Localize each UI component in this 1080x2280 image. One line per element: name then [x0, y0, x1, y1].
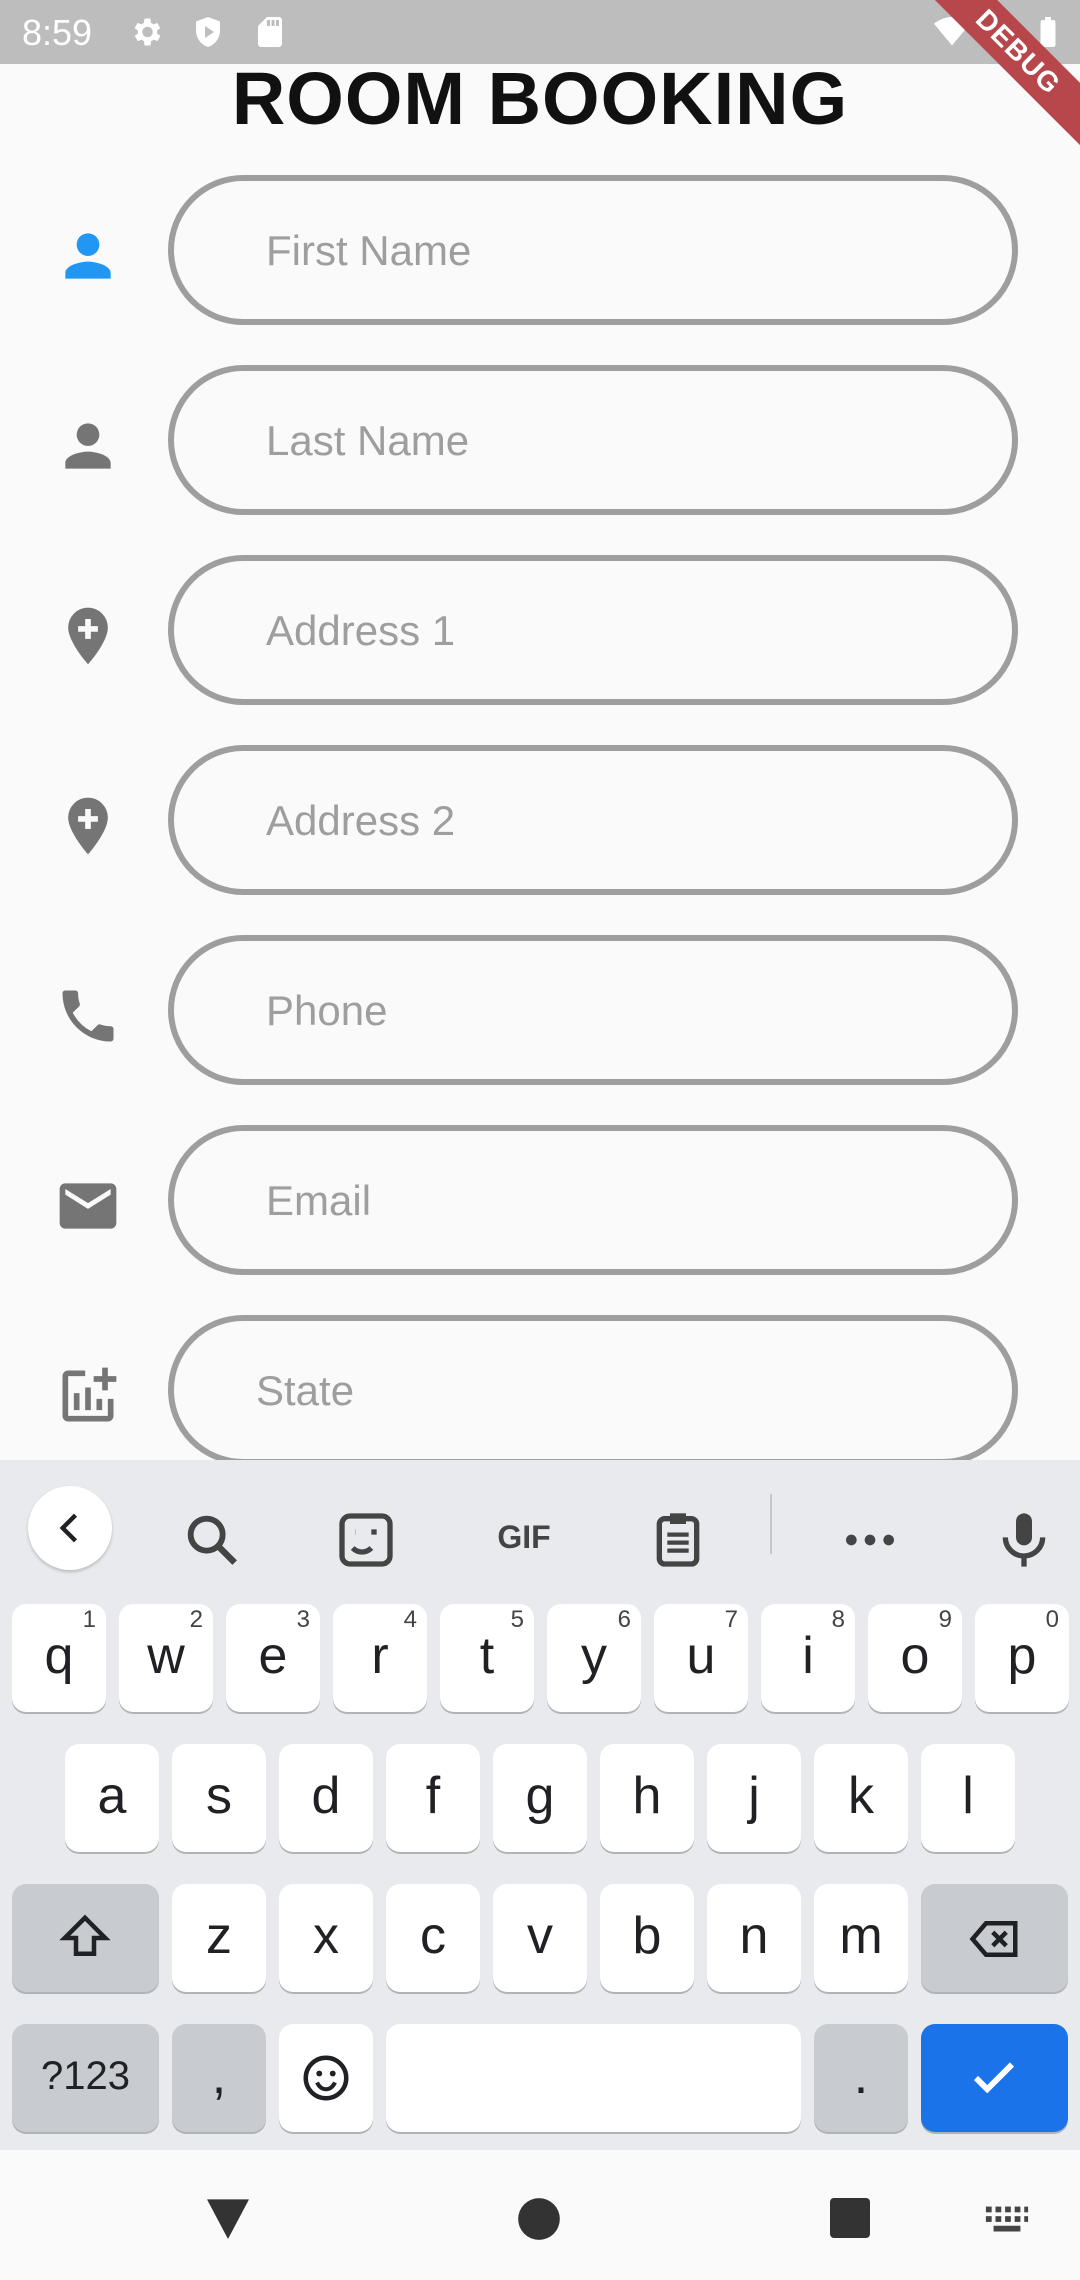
- comma-key[interactable]: ,: [172, 2024, 266, 2132]
- address-2-field[interactable]: [168, 745, 1018, 895]
- key-l[interactable]: l: [921, 1744, 1015, 1852]
- shield-icon: [196, 17, 220, 47]
- key-h[interactable]: h: [600, 1744, 694, 1852]
- key-x[interactable]: x: [279, 1884, 373, 1992]
- key-z[interactable]: z: [172, 1884, 266, 1992]
- key-r[interactable]: r4: [333, 1604, 427, 1712]
- address-1-input[interactable]: [264, 561, 968, 701]
- back-icon: [59, 1513, 78, 1543]
- toolbar-divider: [770, 1494, 772, 1554]
- key-d[interactable]: d: [279, 1744, 373, 1852]
- recents-square-icon[interactable]: [826, 2194, 874, 2242]
- more-icon[interactable]: [838, 1508, 902, 1572]
- key-q[interactable]: q1: [12, 1604, 106, 1712]
- gear-icon: [134, 18, 161, 46]
- status-bar: 8:59: [0, 0, 1080, 64]
- key-o[interactable]: o9: [868, 1604, 962, 1712]
- shift-icon: [59, 1914, 111, 1956]
- checkmark-icon: [973, 2062, 1015, 2094]
- key-n[interactable]: n: [707, 1884, 801, 1992]
- page-title: ROOM BOOKING: [231, 57, 849, 140]
- phone-field[interactable]: [168, 935, 1018, 1085]
- key-b[interactable]: b: [600, 1884, 694, 1992]
- clipboard-icon[interactable]: [646, 1508, 710, 1572]
- gif-button[interactable]: GIF: [484, 1502, 564, 1572]
- search-icon[interactable]: [180, 1508, 244, 1572]
- first-name-input[interactable]: [264, 181, 968, 321]
- enter-key[interactable]: [921, 2024, 1068, 2132]
- navigation-bar: [0, 2150, 1080, 2280]
- add-location-icon: [68, 797, 108, 855]
- key-a[interactable]: a: [65, 1744, 159, 1852]
- status-time: 8:59: [22, 12, 93, 53]
- key-p[interactable]: p0: [975, 1604, 1069, 1712]
- key-c[interactable]: c: [386, 1884, 480, 1992]
- key-e[interactable]: e3: [226, 1604, 320, 1712]
- key-k[interactable]: k: [814, 1744, 908, 1852]
- key-u[interactable]: u7: [654, 1604, 748, 1712]
- on-screen-keyboard: GIF q1 w2 e3 r4 t5 y6 u7 i8 o9 p0 a s d …: [0, 1460, 1080, 2150]
- address-1-field[interactable]: [168, 555, 1018, 705]
- key-y[interactable]: y6: [547, 1604, 641, 1712]
- keyboard-back-button[interactable]: [28, 1486, 112, 1570]
- key-f[interactable]: f: [386, 1744, 480, 1852]
- last-name-field[interactable]: [168, 365, 1018, 515]
- key-s[interactable]: s: [172, 1744, 266, 1852]
- key-t[interactable]: t5: [440, 1604, 534, 1712]
- mic-icon[interactable]: [992, 1508, 1056, 1572]
- emoji-key[interactable]: [279, 2024, 373, 2132]
- back-triangle-icon[interactable]: [200, 2190, 256, 2246]
- key-m[interactable]: m: [814, 1884, 908, 1992]
- first-name-field[interactable]: [168, 175, 1018, 325]
- key-w[interactable]: w2: [119, 1604, 213, 1712]
- phone-icon: [62, 990, 114, 1042]
- add-chart-icon: [62, 1367, 117, 1422]
- symbols-key[interactable]: ?123: [12, 2024, 159, 2132]
- period-key[interactable]: .: [814, 2024, 908, 2132]
- email-icon: [59, 1183, 117, 1229]
- emoji-icon: [303, 2055, 349, 2101]
- key-v[interactable]: v: [493, 1884, 587, 1992]
- email-input[interactable]: [264, 1131, 968, 1271]
- backspace-icon: [969, 1921, 1018, 1957]
- state-field[interactable]: [168, 1315, 1018, 1465]
- phone-input[interactable]: [264, 941, 968, 1081]
- key-i[interactable]: i8: [761, 1604, 855, 1712]
- sd-card-icon: [258, 17, 282, 47]
- add-location-icon: [68, 607, 108, 665]
- sticker-icon[interactable]: [334, 1508, 398, 1572]
- key-g[interactable]: g: [493, 1744, 587, 1852]
- keyboard-switch-icon[interactable]: [984, 2202, 1030, 2238]
- space-key[interactable]: [386, 2024, 801, 2132]
- last-name-input[interactable]: [264, 371, 968, 511]
- person-icon: [65, 423, 111, 469]
- key-j[interactable]: j: [707, 1744, 801, 1852]
- address-2-input[interactable]: [264, 751, 968, 891]
- home-circle-icon[interactable]: [514, 2194, 564, 2244]
- shift-key[interactable]: [12, 1884, 159, 1992]
- backspace-key[interactable]: [921, 1884, 1068, 1992]
- state-input[interactable]: [254, 1321, 958, 1461]
- email-field[interactable]: [168, 1125, 1018, 1275]
- person-icon: [65, 233, 111, 279]
